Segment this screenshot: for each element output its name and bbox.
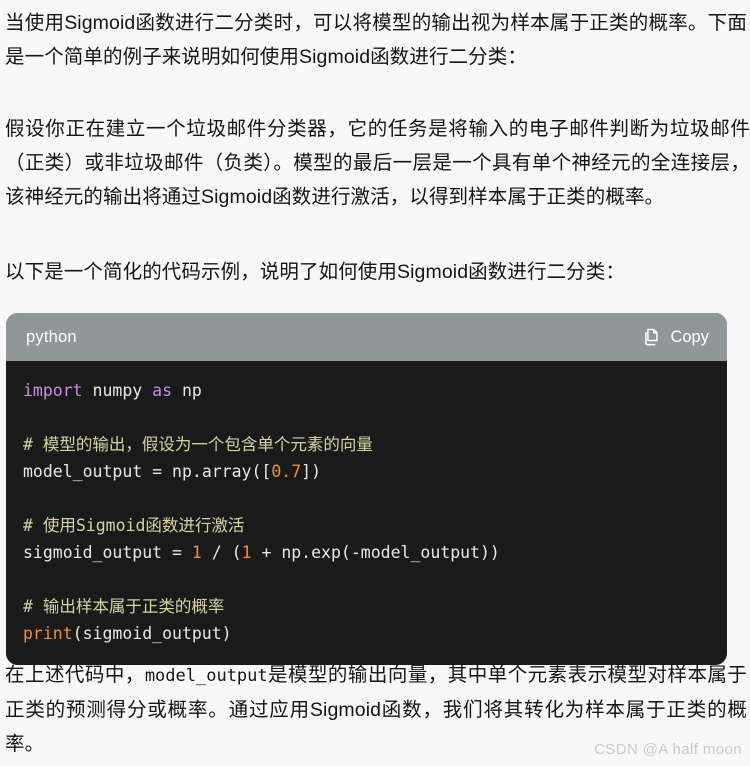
- code-token-plain: sigmoid_output: [23, 543, 173, 562]
- code-token-fn: print: [23, 624, 73, 643]
- code-line: sigmoid_output = 1 / (1 + np.exp(-model_…: [23, 539, 727, 566]
- code-token-comment: # 输出样本属于正类的概率: [23, 597, 225, 616]
- paragraph-spam-example: 假设你正在建立一个垃圾邮件分类器，它的任务是将输入的电子邮件判断为垃圾邮件（正类…: [5, 118, 750, 208]
- code-line: # 输出样本属于正类的概率: [23, 593, 727, 620]
- code-token-plain: np.array([: [162, 462, 272, 481]
- code-line: # 使用Sigmoid函数进行激活: [23, 512, 727, 539]
- explanation-text-before: 在上述代码中，: [5, 664, 145, 686]
- code-block-header: python Copy: [6, 313, 727, 361]
- watermark: CSDN @A half moon: [594, 741, 742, 758]
- code-token-num: 1: [241, 543, 252, 562]
- code-line: # 模型的输出，假设为一个包含单个元素的向量: [23, 431, 727, 458]
- code-line: import numpy as np: [23, 377, 727, 404]
- copy-icon: [643, 327, 662, 347]
- code-block: python Copy import numpy as np # 模型的输出，假…: [6, 313, 727, 665]
- code-token-comment: # 使用Sigmoid函数进行激活: [23, 516, 245, 535]
- paragraph-intro: 当使用Sigmoid函数进行二分类时，可以将模型的输出视为样本属于正类的概率。下…: [5, 12, 747, 68]
- code-token-plain: / (: [201, 543, 242, 562]
- code-language-label: python: [26, 327, 77, 346]
- copy-button-label: Copy: [670, 327, 709, 346]
- code-token-plain: model_output: [23, 462, 153, 481]
- copy-code-button[interactable]: Copy: [643, 327, 709, 347]
- code-token-plain: numpy: [82, 381, 153, 400]
- article-page: 当使用Sigmoid函数进行二分类时，可以将模型的输出视为样本属于正类的概率。下…: [0, 0, 750, 766]
- code-token-plain: np: [172, 381, 202, 400]
- code-line: print(sigmoid_output): [23, 620, 727, 647]
- code-token-kw: import: [23, 381, 83, 400]
- code-line: model_output = np.array([0.7]): [23, 458, 727, 485]
- code-token-comment: # 模型的输出，假设为一个包含单个元素的向量: [23, 435, 373, 454]
- code-content[interactable]: import numpy as np # 模型的输出，假设为一个包含单个元素的向…: [6, 361, 727, 665]
- code-token-plain: ]): [301, 462, 322, 481]
- code-token-op: =: [152, 462, 163, 481]
- inline-code-model-output: model_output: [144, 666, 268, 686]
- paragraph-code-intro: 以下是一个简化的代码示例，说明了如何使用Sigmoid函数进行二分类：: [5, 261, 625, 283]
- code-token-num: 1: [191, 543, 202, 562]
- code-token-plain: (sigmoid_output): [72, 624, 232, 643]
- code-token-plain: + np.exp(-model_output)): [251, 543, 500, 562]
- code-token-num: 0.7: [271, 462, 302, 481]
- code-token-kw: as: [152, 381, 173, 400]
- code-token-op: =: [172, 543, 182, 562]
